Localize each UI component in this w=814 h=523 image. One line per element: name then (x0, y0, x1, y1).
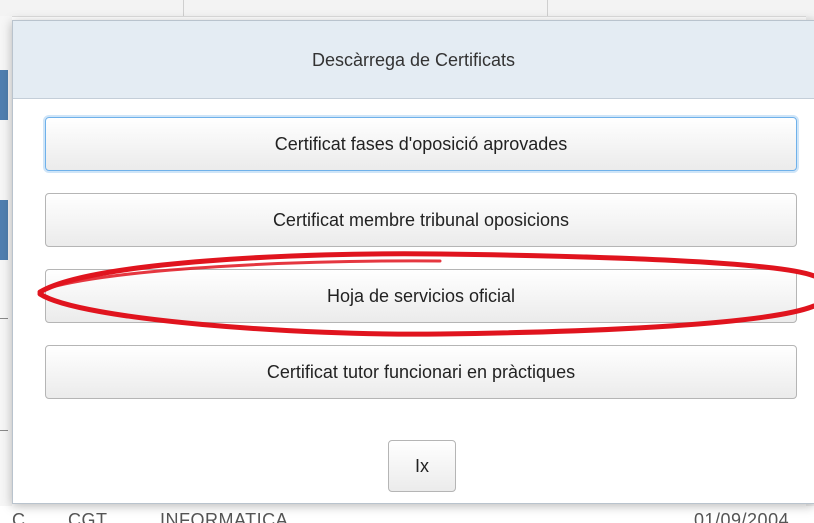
certificates-dialog: Descàrrega de Certificats Certificat fas… (12, 20, 814, 504)
close-button[interactable]: Ix (388, 440, 456, 492)
dialog-header: Descàrrega de Certificats (13, 21, 814, 99)
background-cell-code: CGT (68, 510, 108, 523)
background-blue-accent (0, 70, 8, 120)
background-column-divider (183, 0, 184, 16)
certificate-exam-tribunal-member-button[interactable]: Certificat membre tribunal oposicions (45, 193, 797, 247)
background-cell-department: INFORMATICA (160, 510, 289, 523)
official-service-record-button[interactable]: Hoja de servicios oficial (45, 269, 797, 323)
background-divider-tick (0, 318, 8, 319)
background-cell-date: 01/09/2004 (694, 510, 790, 523)
background-table-row: C CGT INFORMATICA 01/09/2004 (0, 504, 814, 523)
background-cell-fragment: C (12, 510, 26, 523)
background-blue-accent (0, 200, 8, 260)
background-column-divider (547, 0, 548, 16)
background-divider-tick (0, 430, 8, 431)
certificate-trainee-tutor-button[interactable]: Certificat tutor funcionari en pràctique… (45, 345, 797, 399)
background-header-band (0, 0, 814, 17)
certificate-approved-exam-phases-button[interactable]: Certificat fases d'oposició aprovades (45, 117, 797, 171)
dialog-title: Descàrrega de Certificats (311, 50, 516, 70)
